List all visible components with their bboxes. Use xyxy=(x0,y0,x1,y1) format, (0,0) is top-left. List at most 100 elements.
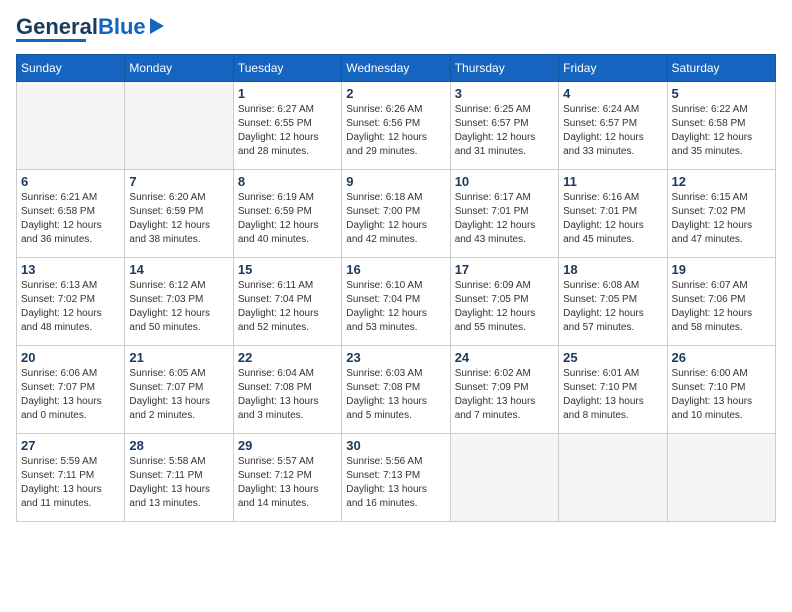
calendar-cell: 12 Sunrise: 6:15 AM Sunset: 7:02 PM Dayli… xyxy=(667,170,775,258)
day-info: Sunrise: 6:27 AM Sunset: 6:55 PM Dayligh… xyxy=(238,103,337,159)
calendar-day-header: Sunday xyxy=(17,55,125,82)
day-info: Sunrise: 6:17 AM Sunset: 7:01 PM Dayligh… xyxy=(455,191,554,247)
day-number: 10 xyxy=(455,174,554,189)
day-info: Sunrise: 6:13 AM Sunset: 7:02 PM Dayligh… xyxy=(21,279,120,335)
calendar-week-row: 1 Sunrise: 6:27 AM Sunset: 6:55 PM Daylig… xyxy=(17,82,776,170)
logo-blue: Blue xyxy=(98,14,146,39)
day-number: 4 xyxy=(563,86,662,101)
day-number: 14 xyxy=(129,262,228,277)
calendar-week-row: 13 Sunrise: 6:13 AM Sunset: 7:02 PM Dayli… xyxy=(17,258,776,346)
day-number: 28 xyxy=(129,438,228,453)
calendar-cell: 29Sunrise: 5:57 AM Sunset: 7:12 PM Dayli… xyxy=(233,434,341,522)
calendar-day-header: Saturday xyxy=(667,55,775,82)
day-number: 22 xyxy=(238,350,337,365)
calendar-cell: 27 Sunrise: 5:59 AM Sunset: 7:11 PM Dayli… xyxy=(17,434,125,522)
calendar-cell: 10 Sunrise: 6:17 AM Sunset: 7:01 PM Dayli… xyxy=(450,170,558,258)
day-number: 8 xyxy=(238,174,337,189)
logo-underline xyxy=(16,39,86,42)
day-number: 23 xyxy=(346,350,445,365)
day-info: Sunrise: 6:16 AM Sunset: 7:01 PM Dayligh… xyxy=(563,191,662,247)
day-number: 5 xyxy=(672,86,771,101)
calendar-cell: 6 Sunrise: 6:21 AM Sunset: 6:58 PM Daylig… xyxy=(17,170,125,258)
calendar-cell: 28 Sunrise: 5:58 AM Sunset: 7:11 PM Dayli… xyxy=(125,434,233,522)
calendar-cell: 7 Sunrise: 6:20 AM Sunset: 6:59 PM Daylig… xyxy=(125,170,233,258)
calendar-cell xyxy=(450,434,558,522)
day-info: Sunrise: 6:21 AM Sunset: 6:58 PM Dayligh… xyxy=(21,191,120,247)
calendar-cell: 3 Sunrise: 6:25 AM Sunset: 6:57 PM Daylig… xyxy=(450,82,558,170)
calendar-week-row: 6 Sunrise: 6:21 AM Sunset: 6:58 PM Daylig… xyxy=(17,170,776,258)
calendar-day-header: Wednesday xyxy=(342,55,450,82)
logo: GeneralBlue xyxy=(16,16,164,42)
calendar-header-row: SundayMondayTuesdayWednesdayThursdayFrid… xyxy=(17,55,776,82)
page-header: GeneralBlue xyxy=(16,16,776,42)
day-number: 29 xyxy=(238,438,337,453)
day-number: 2 xyxy=(346,86,445,101)
calendar-cell: 16Sunrise: 6:10 AM Sunset: 7:04 PM Dayli… xyxy=(342,258,450,346)
calendar-cell: 13 Sunrise: 6:13 AM Sunset: 7:02 PM Dayli… xyxy=(17,258,125,346)
day-number: 3 xyxy=(455,86,554,101)
calendar-day-header: Thursday xyxy=(450,55,558,82)
calendar-cell: 1 Sunrise: 6:27 AM Sunset: 6:55 PM Daylig… xyxy=(233,82,341,170)
day-info: Sunrise: 6:15 AM Sunset: 7:02 PM Dayligh… xyxy=(672,191,771,247)
day-info: Sunrise: 6:00 AM Sunset: 7:10 PM Dayligh… xyxy=(672,367,771,423)
day-info: Sunrise: 6:03 AM Sunset: 7:08 PM Dayligh… xyxy=(346,367,445,423)
calendar-day-header: Friday xyxy=(559,55,667,82)
calendar-table: SundayMondayTuesdayWednesdayThursdayFrid… xyxy=(16,54,776,522)
calendar-cell: 21 Sunrise: 6:05 AM Sunset: 7:07 PM Dayli… xyxy=(125,346,233,434)
day-number: 9 xyxy=(346,174,445,189)
calendar-cell: 22Sunrise: 6:04 AM Sunset: 7:08 PM Dayli… xyxy=(233,346,341,434)
calendar-cell: 8 Sunrise: 6:19 AM Sunset: 6:59 PM Daylig… xyxy=(233,170,341,258)
calendar-cell: 5Sunrise: 6:22 AM Sunset: 6:58 PM Daylig… xyxy=(667,82,775,170)
day-number: 6 xyxy=(21,174,120,189)
calendar-cell xyxy=(559,434,667,522)
logo-arrow-icon xyxy=(150,18,164,34)
day-info: Sunrise: 6:18 AM Sunset: 7:00 PM Dayligh… xyxy=(346,191,445,247)
day-info: Sunrise: 6:06 AM Sunset: 7:07 PM Dayligh… xyxy=(21,367,120,423)
day-number: 25 xyxy=(563,350,662,365)
calendar-cell: 30Sunrise: 5:56 AM Sunset: 7:13 PM Dayli… xyxy=(342,434,450,522)
calendar-cell: 17Sunrise: 6:09 AM Sunset: 7:05 PM Dayli… xyxy=(450,258,558,346)
calendar-week-row: 27 Sunrise: 5:59 AM Sunset: 7:11 PM Dayli… xyxy=(17,434,776,522)
logo-text: GeneralBlue xyxy=(16,16,146,38)
calendar-cell: 15 Sunrise: 6:11 AM Sunset: 7:04 PM Dayli… xyxy=(233,258,341,346)
day-number: 26 xyxy=(672,350,771,365)
day-info: Sunrise: 6:02 AM Sunset: 7:09 PM Dayligh… xyxy=(455,367,554,423)
calendar-cell: 4 Sunrise: 6:24 AM Sunset: 6:57 PM Daylig… xyxy=(559,82,667,170)
calendar-day-header: Monday xyxy=(125,55,233,82)
day-number: 16 xyxy=(346,262,445,277)
day-info: Sunrise: 6:09 AM Sunset: 7:05 PM Dayligh… xyxy=(455,279,554,335)
day-info: Sunrise: 5:56 AM Sunset: 7:13 PM Dayligh… xyxy=(346,455,445,511)
day-number: 11 xyxy=(563,174,662,189)
day-number: 7 xyxy=(129,174,228,189)
calendar-cell: 19Sunrise: 6:07 AM Sunset: 7:06 PM Dayli… xyxy=(667,258,775,346)
day-number: 21 xyxy=(129,350,228,365)
day-info: Sunrise: 6:25 AM Sunset: 6:57 PM Dayligh… xyxy=(455,103,554,159)
calendar-cell: 18Sunrise: 6:08 AM Sunset: 7:05 PM Dayli… xyxy=(559,258,667,346)
day-info: Sunrise: 6:20 AM Sunset: 6:59 PM Dayligh… xyxy=(129,191,228,247)
calendar-cell xyxy=(17,82,125,170)
day-info: Sunrise: 6:11 AM Sunset: 7:04 PM Dayligh… xyxy=(238,279,337,335)
calendar-cell: 14 Sunrise: 6:12 AM Sunset: 7:03 PM Dayli… xyxy=(125,258,233,346)
day-number: 12 xyxy=(672,174,771,189)
day-number: 15 xyxy=(238,262,337,277)
day-number: 13 xyxy=(21,262,120,277)
calendar-cell: 23 Sunrise: 6:03 AM Sunset: 7:08 PM Dayli… xyxy=(342,346,450,434)
day-number: 24 xyxy=(455,350,554,365)
day-info: Sunrise: 6:24 AM Sunset: 6:57 PM Dayligh… xyxy=(563,103,662,159)
day-info: Sunrise: 6:05 AM Sunset: 7:07 PM Dayligh… xyxy=(129,367,228,423)
day-info: Sunrise: 6:12 AM Sunset: 7:03 PM Dayligh… xyxy=(129,279,228,335)
calendar-day-header: Tuesday xyxy=(233,55,341,82)
day-info: Sunrise: 5:59 AM Sunset: 7:11 PM Dayligh… xyxy=(21,455,120,511)
calendar-cell xyxy=(667,434,775,522)
calendar-cell: 26 Sunrise: 6:00 AM Sunset: 7:10 PM Dayli… xyxy=(667,346,775,434)
day-number: 18 xyxy=(563,262,662,277)
day-number: 1 xyxy=(238,86,337,101)
day-info: Sunrise: 5:58 AM Sunset: 7:11 PM Dayligh… xyxy=(129,455,228,511)
day-number: 19 xyxy=(672,262,771,277)
calendar-cell xyxy=(125,82,233,170)
calendar-cell: 11 Sunrise: 6:16 AM Sunset: 7:01 PM Dayli… xyxy=(559,170,667,258)
day-number: 27 xyxy=(21,438,120,453)
day-info: Sunrise: 6:19 AM Sunset: 6:59 PM Dayligh… xyxy=(238,191,337,247)
calendar-cell: 2Sunrise: 6:26 AM Sunset: 6:56 PM Daylig… xyxy=(342,82,450,170)
day-info: Sunrise: 6:01 AM Sunset: 7:10 PM Dayligh… xyxy=(563,367,662,423)
